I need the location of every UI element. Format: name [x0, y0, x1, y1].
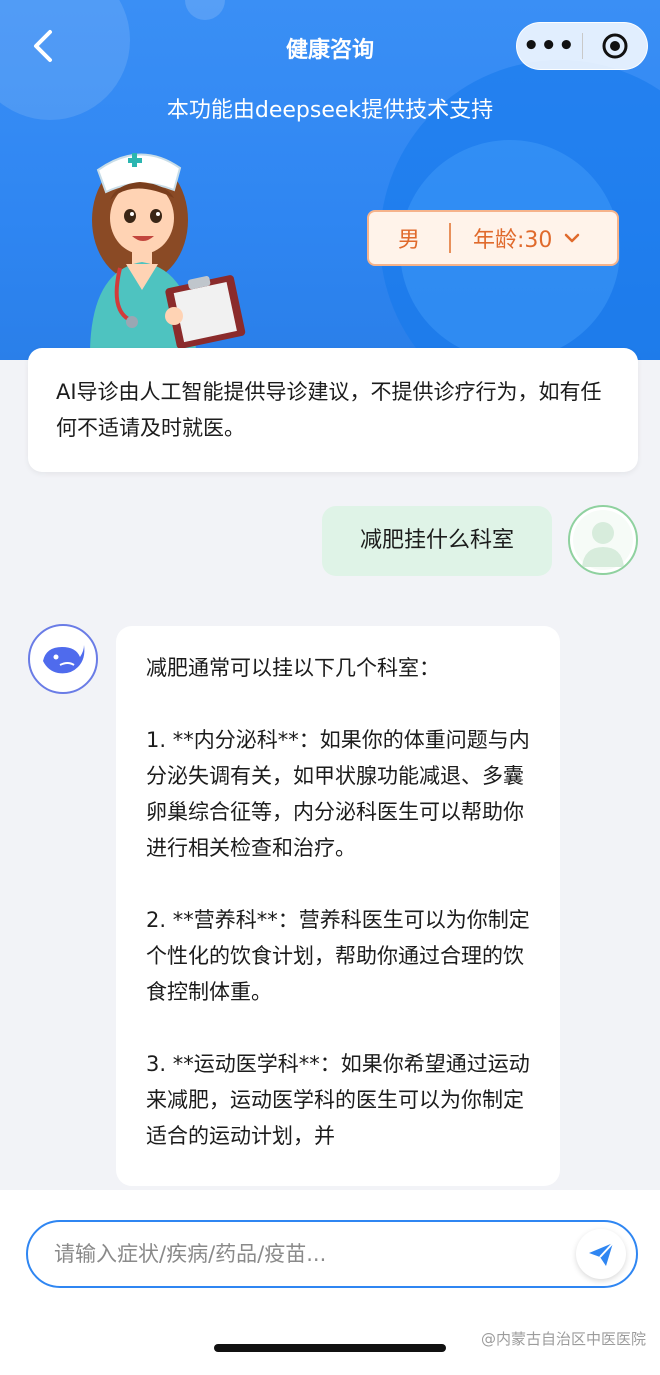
input-container — [26, 1220, 638, 1288]
bot-message-line: 3. **运动医学科**：如果你希望通过运动来减肥，运动医学科的医生可以为你制定… — [146, 1052, 530, 1148]
close-miniapp-button[interactable] — [583, 31, 648, 61]
age-value: 年龄:30 — [473, 228, 553, 253]
user-message-bubble: 减肥挂什么科室 — [322, 506, 552, 576]
user-message-text: 减肥挂什么科室 — [359, 528, 514, 553]
input-bar: @内蒙古自治区中医医院 — [0, 1190, 660, 1375]
user-silhouette-icon — [573, 510, 633, 570]
nurse-illustration — [90, 153, 246, 350]
chevron-down-icon — [565, 233, 580, 243]
watermark: @内蒙古自治区中医医院 — [480, 1330, 646, 1348]
page-subtitle: 本功能由deepseek提供技术支持 — [166, 98, 494, 123]
header: 健康咨询 本功能由deepseek提供技术支持 ••• 男 年龄:30 — [0, 0, 660, 360]
more-button[interactable]: ••• — [517, 22, 582, 70]
target-circle-icon — [602, 33, 628, 59]
home-indicator — [214, 1344, 446, 1352]
bot-message-line: 2. **营养科**：营养科医生可以为你制定个性化的饮食计划，帮助你通过合理的饮… — [146, 908, 530, 1004]
bot-message-line: 1. **内分泌科**：如果你的体重问题与内分泌失调有关，如甲状腺功能减退、多囊… — [146, 728, 530, 860]
symptom-search-input[interactable] — [54, 1242, 576, 1266]
ai-disclaimer-card: AI导诊由人工智能提供导诊建议，不提供诊疗行为，如有任何不适请及时就医。 — [28, 348, 638, 472]
patient-profile-selector[interactable]: 男 年龄:30 — [367, 210, 619, 266]
decor-circle — [185, 0, 225, 20]
disclaimer-text: AI导诊由人工智能提供导诊建议，不提供诊疗行为，如有任何不适请及时就医。 — [56, 380, 602, 440]
deepseek-whale-icon — [43, 645, 85, 674]
user-avatar — [568, 505, 638, 575]
paper-plane-icon — [589, 1242, 614, 1266]
miniapp-capsule: ••• — [516, 22, 648, 70]
bot-avatar — [28, 624, 98, 694]
age-selector[interactable]: 年龄:30 — [451, 222, 617, 254]
bot-message-bubble: 减肥通常可以挂以下几个科室： 1. **内分泌科**：如果你的体重问题与内分泌失… — [116, 626, 560, 1186]
send-button[interactable] — [576, 1229, 626, 1279]
bot-message-line: 减肥通常可以挂以下几个科室： — [146, 656, 440, 680]
gender-value[interactable]: 男 — [369, 222, 449, 254]
